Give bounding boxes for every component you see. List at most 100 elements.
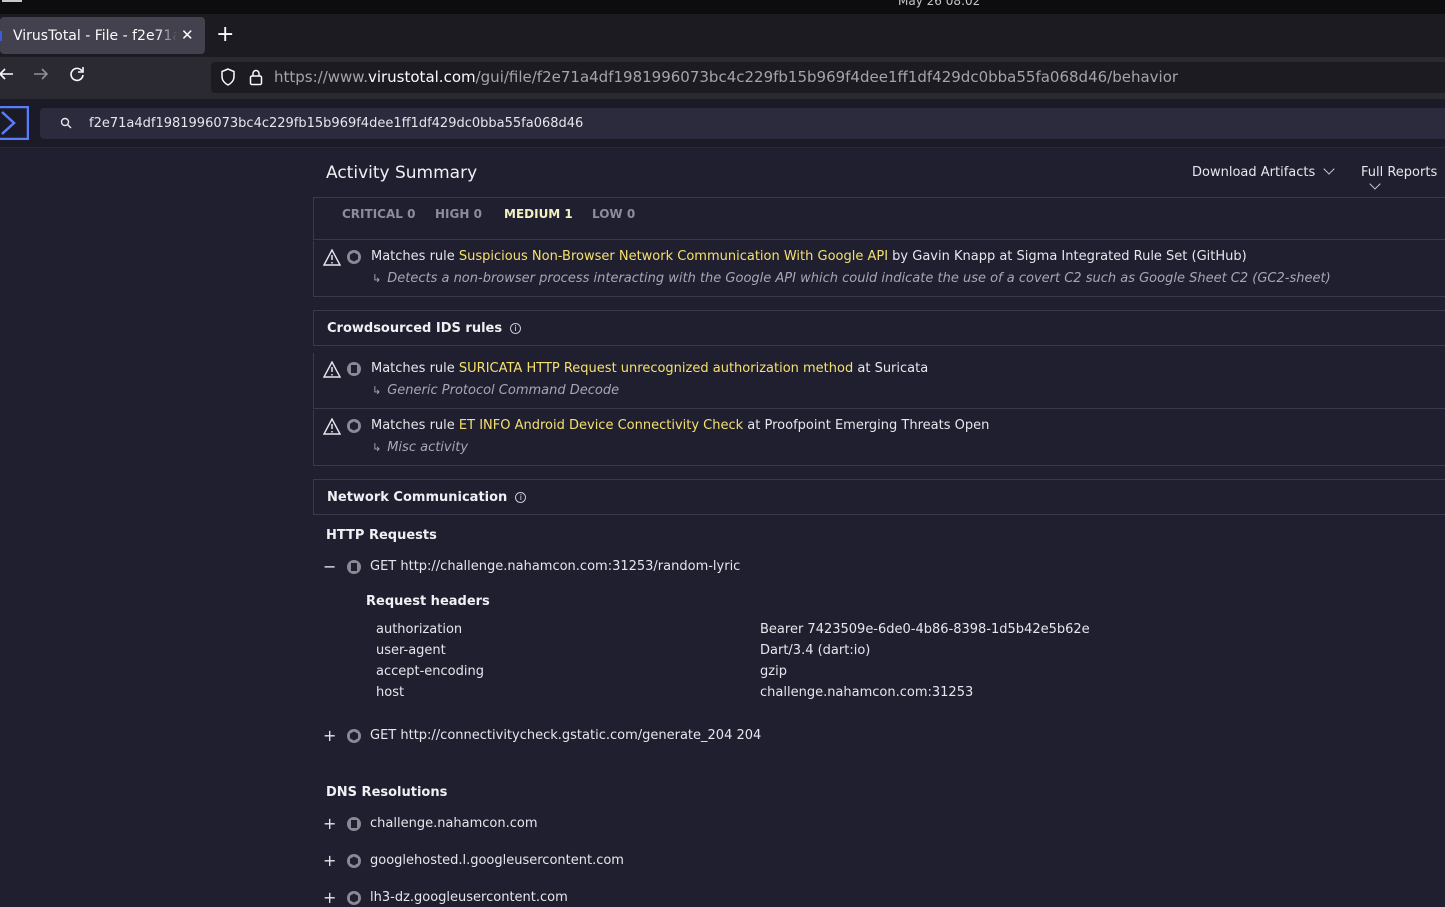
sandbox-icon bbox=[347, 362, 361, 376]
system-clock: May 26 08:02 bbox=[898, 0, 981, 8]
ids-rules-heading: Crowdsourced IDS rules i bbox=[327, 321, 522, 336]
ids-rule-link[interactable]: SURICATA HTTP Request unrecognized autho… bbox=[459, 361, 853, 376]
search-icon bbox=[60, 117, 72, 129]
rule-prefix: Matches rule bbox=[371, 361, 459, 376]
warning-icon bbox=[323, 418, 341, 435]
rule-prefix: Matches rule bbox=[371, 418, 459, 433]
info-icon[interactable]: i bbox=[515, 492, 527, 503]
address-bar[interactable]: https://www.virustotal.com/gui/file/f2e7… bbox=[211, 62, 1445, 93]
url-text[interactable]: https://www.virustotal.com/gui/file/f2e7… bbox=[274, 68, 1178, 86]
full-reports-label: Full Reports bbox=[1361, 165, 1438, 180]
virustotal-favicon-icon bbox=[0, 31, 2, 41]
warning-icon bbox=[323, 249, 341, 266]
url-prefix: https://www. bbox=[274, 68, 368, 86]
dns-domain: challenge.nahamcon.com bbox=[370, 816, 538, 831]
lock-icon[interactable] bbox=[248, 68, 264, 86]
sandbox-icon bbox=[347, 891, 361, 905]
sandbox-icon bbox=[347, 419, 361, 433]
os-top-bar: May 26 08:02 bbox=[0, 0, 1445, 14]
rule-description-text: Generic Protocol Command Decode bbox=[387, 383, 620, 398]
full-reports-button[interactable]: Full Reports bbox=[1361, 165, 1445, 195]
sigma-rule-row: Matches rule Suspicious Non-Browser Netw… bbox=[313, 241, 1445, 297]
search-input[interactable]: f2e71a4df1981996073bc4c229fb15b969f4dee1… bbox=[40, 108, 1445, 139]
virustotal-logo-icon[interactable] bbox=[0, 106, 29, 140]
tab-critical[interactable]: CRITICAL 0 bbox=[342, 207, 415, 221]
warning-icon bbox=[323, 361, 341, 378]
activity-summary-header: Activity Summary Download Artifacts Full… bbox=[313, 149, 1445, 198]
subitem-arrow-icon: ↳ bbox=[372, 441, 382, 454]
ids-rule-text: Matches rule SURICATA HTTP Request unrec… bbox=[371, 361, 928, 376]
sandbox-icon bbox=[347, 250, 361, 264]
header-key: user-agent bbox=[376, 643, 446, 658]
new-tab-icon[interactable]: + bbox=[216, 22, 234, 47]
browser-tab-bar: VirusTotal - File - f2e71a4df1981996073b… bbox=[0, 14, 1445, 57]
expand-icon[interactable]: + bbox=[323, 851, 337, 870]
ids-rules-header: Crowdsourced IDS rules i bbox=[313, 310, 1445, 346]
tab-title: VirusTotal - File - f2e71a4df1981996073b… bbox=[13, 27, 177, 44]
header-value: Bearer 7423509e-6de0-4b86-8398-1d5b42e5b… bbox=[760, 622, 1090, 637]
header-key: accept-encoding bbox=[376, 664, 484, 679]
url-path: /gui/file/f2e71a4df1981996073bc4c229fb15… bbox=[475, 68, 1179, 86]
header-key: authorization bbox=[376, 622, 463, 637]
ids-rule-description: ↳ Generic Protocol Command Decode bbox=[372, 383, 619, 398]
rule-prefix: Matches rule bbox=[371, 249, 459, 264]
header-value: gzip bbox=[760, 664, 787, 679]
tab-high[interactable]: HIGH 0 bbox=[435, 207, 482, 221]
menu-icon[interactable] bbox=[2, 0, 22, 2]
header-value: challenge.nahamcon.com:31253 bbox=[760, 685, 974, 700]
tab-medium[interactable]: MEDIUM 1 bbox=[504, 207, 573, 221]
virustotal-header: f2e71a4df1981996073bc4c229fb15b969f4dee1… bbox=[0, 99, 1445, 148]
chevron-down-icon bbox=[1323, 163, 1335, 175]
close-tab-icon[interactable]: ✕ bbox=[181, 26, 194, 44]
rule-suffix: at Proofpoint Emerging Threats Open bbox=[743, 418, 990, 433]
expand-icon[interactable]: + bbox=[323, 726, 337, 745]
sigma-rule-text: Matches rule Suspicious Non-Browser Netw… bbox=[371, 249, 1247, 264]
subitem-arrow-icon: ↳ bbox=[372, 272, 382, 285]
dns-domain: googlehosted.l.googleusercontent.com bbox=[370, 853, 624, 868]
browser-nav-bar: https://www.virustotal.com/gui/file/f2e7… bbox=[0, 57, 1445, 99]
network-heading: Network Communication i bbox=[327, 490, 527, 505]
header-key: host bbox=[376, 685, 405, 700]
ids-rule-link[interactable]: ET INFO Android Device Connectivity Chec… bbox=[459, 418, 743, 433]
reload-icon[interactable] bbox=[69, 66, 85, 87]
info-icon[interactable]: i bbox=[510, 323, 522, 334]
ids-rules-title: Crowdsourced IDS rules bbox=[327, 321, 503, 336]
http-requests-heading: HTTP Requests bbox=[326, 528, 437, 543]
activity-summary-title: Activity Summary bbox=[326, 163, 478, 183]
sandbox-icon bbox=[347, 729, 361, 743]
http-request-text: GET http://challenge.nahamcon.com:31253/… bbox=[370, 559, 741, 574]
network-communication-header: Network Communication i bbox=[313, 479, 1445, 515]
sandbox-icon bbox=[347, 854, 361, 868]
dns-resolutions-heading: DNS Resolutions bbox=[326, 785, 448, 800]
download-artifacts-button[interactable]: Download Artifacts bbox=[1192, 163, 1335, 180]
sandbox-icon bbox=[347, 817, 361, 831]
tab-low[interactable]: LOW 0 bbox=[592, 207, 635, 221]
dns-domain: lh3-dz.googleusercontent.com bbox=[370, 890, 568, 905]
header-value: Dart/3.4 (dart:io) bbox=[760, 643, 871, 658]
expand-icon[interactable]: + bbox=[323, 814, 337, 833]
ids-rule-row: Matches rule SURICATA HTTP Request unrec… bbox=[313, 353, 1445, 409]
rule-suffix: by Gavin Knapp at Sigma Integrated Rule … bbox=[888, 249, 1247, 264]
collapse-icon[interactable]: − bbox=[323, 557, 337, 576]
sigma-rule-link[interactable]: Suspicious Non-Browser Network Communica… bbox=[459, 249, 888, 264]
ids-rule-row: Matches rule ET INFO Android Device Conn… bbox=[313, 410, 1445, 466]
request-headers-heading: Request headers bbox=[366, 594, 490, 609]
tracking-shield-icon[interactable] bbox=[220, 68, 236, 86]
rule-description-text: Detects a non-browser process interactin… bbox=[387, 271, 1331, 286]
ids-rule-text: Matches rule ET INFO Android Device Conn… bbox=[371, 418, 989, 433]
forward-arrow-icon[interactable] bbox=[33, 66, 49, 87]
back-arrow-icon[interactable] bbox=[0, 66, 14, 87]
rule-description-text: Misc activity bbox=[387, 440, 469, 455]
http-request-text: GET http://connectivitycheck.gstatic.com… bbox=[370, 728, 762, 743]
download-artifacts-label: Download Artifacts bbox=[1192, 165, 1316, 180]
url-domain: virustotal.com bbox=[367, 68, 476, 86]
ids-rule-description: ↳ Misc activity bbox=[372, 440, 468, 455]
search-value: f2e71a4df1981996073bc4c229fb15b969f4dee1… bbox=[89, 116, 584, 131]
severity-tabs: CRITICAL 0 HIGH 0 MEDIUM 1 LOW 0 bbox=[313, 198, 1445, 240]
browser-tab-virustotal[interactable]: VirusTotal - File - f2e71a4df1981996073b… bbox=[0, 17, 205, 54]
sigma-rule-description: ↳ Detects a non-browser process interacti… bbox=[372, 271, 1331, 286]
rule-suffix: at Suricata bbox=[853, 361, 929, 376]
subitem-arrow-icon: ↳ bbox=[372, 384, 382, 397]
sandbox-icon bbox=[347, 560, 361, 574]
expand-icon[interactable]: + bbox=[323, 888, 337, 907]
